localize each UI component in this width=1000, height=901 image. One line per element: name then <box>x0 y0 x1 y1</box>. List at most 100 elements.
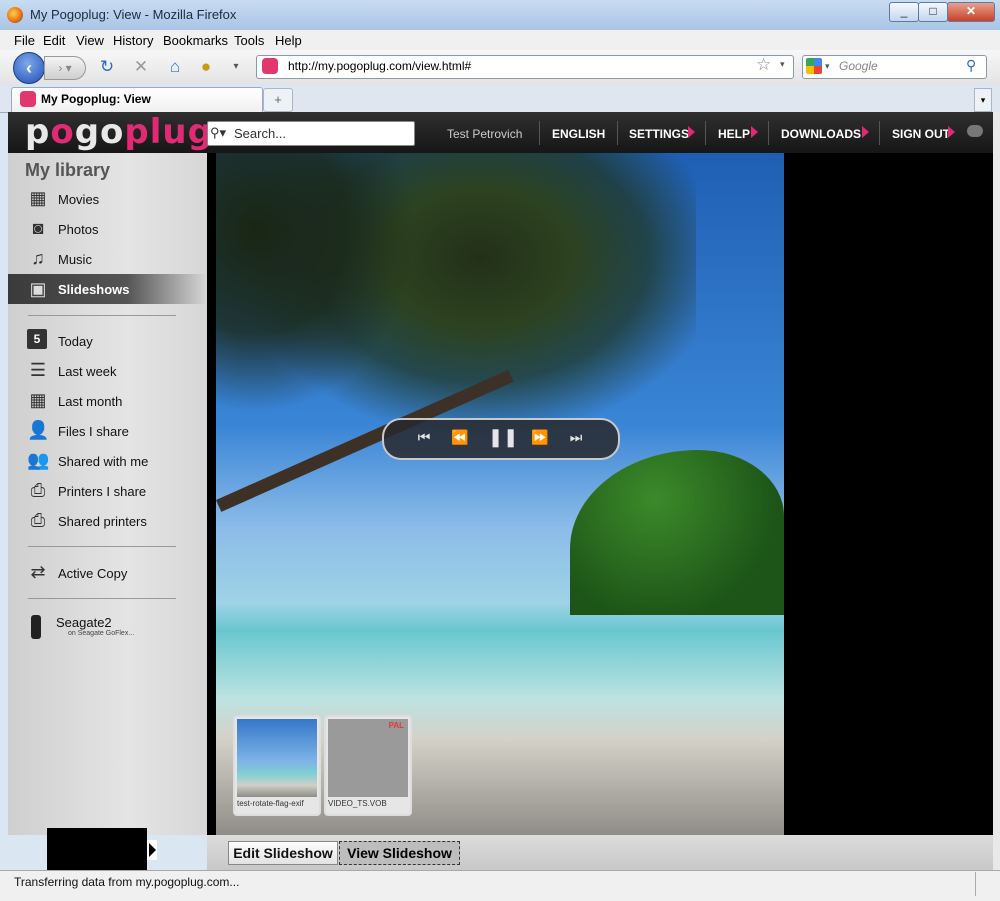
downloads-arrow-icon <box>862 126 869 138</box>
device-subtitle: on Seagate GoFlex... <box>68 630 135 637</box>
skip-last-icon[interactable]: ⏭ <box>564 425 588 449</box>
users-icon[interactable]: 👥 <box>27 449 49 471</box>
header-divider <box>768 121 769 145</box>
pogoplug-logo[interactable]: pogoplug <box>25 114 213 150</box>
minimize-button[interactable]: _ <box>889 2 919 22</box>
addon-icon[interactable]: ● <box>195 56 217 78</box>
reload-icon[interactable]: ↻ <box>96 56 118 78</box>
chevron-down-icon[interactable]: ▾ <box>225 56 247 78</box>
downloads-link[interactable]: DOWNLOADS <box>781 127 861 141</box>
url-dropdown-icon[interactable]: ▾ <box>780 59 785 70</box>
google-icon[interactable] <box>806 58 822 74</box>
forward-button[interactable]: › ▾ <box>44 56 86 80</box>
sidebar-divider <box>28 546 176 547</box>
tab-title[interactable]: My Pogoplug: View <box>41 92 151 106</box>
header-divider <box>539 121 540 145</box>
close-button[interactable]: ✕ <box>947 2 995 22</box>
window-title: My Pogoplug: View - Mozilla Firefox <box>30 7 237 22</box>
browser-search-input[interactable]: Google <box>839 59 878 73</box>
sign-out-arrow-icon <box>948 126 955 138</box>
thumbnail-label: VIDEO_TS.VOB <box>328 799 387 808</box>
chevron-right-icon[interactable] <box>149 843 156 857</box>
help-link[interactable]: HELP <box>718 127 750 141</box>
thumbnail-image[interactable] <box>237 719 317 797</box>
photo-palm-fronds-left <box>216 153 416 413</box>
sidebar-title: My library <box>25 160 111 180</box>
status-panel-divider <box>975 872 976 896</box>
sidebar-item-today[interactable]: Today <box>58 334 93 349</box>
tab-favicon-icon <box>20 91 36 107</box>
settings-arrow-icon <box>688 126 695 138</box>
rewind-icon[interactable]: ⏪ <box>448 425 472 449</box>
calendar-week-icon[interactable]: ☰ <box>27 359 49 381</box>
status-text: Transferring data from my.pogoplug.com..… <box>14 875 240 889</box>
pal-badge: PAL <box>388 721 404 730</box>
drive-icon[interactable] <box>31 615 41 639</box>
printer-icon[interactable]: ⎙ <box>27 509 49 531</box>
sign-out-link[interactable]: SIGN OUT <box>892 127 950 141</box>
home-icon[interactable]: ⌂ <box>164 56 186 78</box>
slideshow-icon[interactable]: ▣ <box>27 278 49 300</box>
printer-share-icon[interactable]: ⎙ <box>27 479 49 501</box>
sidebar-item-printers-i-share[interactable]: Printers I share <box>58 484 146 499</box>
sidebar-item-shared-printers[interactable]: Shared printers <box>58 514 147 529</box>
settings-link[interactable]: SETTINGS <box>629 127 689 141</box>
user-name[interactable]: Test Petrovich <box>447 127 522 141</box>
film-icon[interactable]: ▦ <box>27 187 49 209</box>
skip-first-icon[interactable]: ⏮ <box>412 425 436 449</box>
menu-bookmarks[interactable]: Bookmarks <box>163 33 228 48</box>
search-engine-dropdown-icon[interactable]: ▾ <box>825 61 830 72</box>
search-icon[interactable]: ⚲ <box>966 57 976 74</box>
help-arrow-icon <box>751 126 758 138</box>
sidebar-item-photos[interactable]: Photos <box>58 222 98 237</box>
language-link[interactable]: ENGLISH <box>552 127 605 141</box>
sidebar-divider <box>28 315 176 316</box>
menu-help[interactable]: Help <box>275 33 302 48</box>
menu-tools[interactable]: Tools <box>234 33 264 48</box>
thumbnail-label: test-rotate-flag-exif <box>237 799 304 808</box>
back-button[interactable]: ‹ <box>13 52 45 84</box>
page-scrollbar[interactable] <box>993 112 1000 870</box>
swap-arrows-icon[interactable]: ⇄ <box>27 561 49 583</box>
menu-view[interactable]: View <box>76 33 104 48</box>
sidebar-item-shared-with-me[interactable]: Shared with me <box>58 454 148 469</box>
sidebar-item-files-i-share[interactable]: Files I share <box>58 424 129 439</box>
menu-edit[interactable]: Edit <box>43 33 65 48</box>
header-divider <box>617 121 618 145</box>
new-tab-button[interactable]: + <box>263 88 293 112</box>
thumbnail-item[interactable]: test-rotate-flag-exif <box>233 715 321 816</box>
sidebar-divider <box>28 598 176 599</box>
sidebar-black-box <box>47 828 147 870</box>
sidebar-item-last-month[interactable]: Last month <box>58 394 122 409</box>
music-note-icon[interactable]: ♫ <box>27 247 49 269</box>
sidebar-item-active-copy[interactable]: Active Copy <box>58 566 127 581</box>
stop-icon[interactable]: ✕ <box>130 56 152 78</box>
camera-icon[interactable]: ◙ <box>27 217 49 239</box>
site-search-input[interactable]: Search... <box>234 126 286 141</box>
device-name[interactable]: Seagate2 <box>56 615 112 630</box>
site-favicon-icon <box>262 58 278 74</box>
menu-file[interactable]: File <box>14 33 35 48</box>
search-icon[interactable]: ⚲▾ <box>210 125 226 141</box>
menu-history[interactable]: History <box>113 33 153 48</box>
sidebar-item-slideshows[interactable]: Slideshows <box>58 282 130 297</box>
user-share-icon[interactable]: 👤 <box>27 419 49 441</box>
sidebar-item-last-week[interactable]: Last week <box>58 364 117 379</box>
chat-bubble-icon[interactable] <box>967 125 983 137</box>
sidebar-item-music[interactable]: Music <box>58 252 92 267</box>
url-text[interactable]: http://my.pogoplug.com/view.html# <box>288 59 471 73</box>
list-all-tabs-button[interactable]: ▾ <box>974 88 992 112</box>
edit-slideshow-button[interactable]: Edit Slideshow <box>228 841 338 865</box>
sidebar-item-movies[interactable]: Movies <box>58 192 99 207</box>
fast-forward-icon[interactable]: ⏩ <box>528 425 552 449</box>
calendar-month-icon[interactable]: ▦ <box>27 389 49 411</box>
bookmark-star-icon[interactable]: ☆ <box>756 55 771 75</box>
view-slideshow-button[interactable]: View Slideshow <box>339 841 460 865</box>
firefox-icon <box>7 7 23 23</box>
maximize-button[interactable]: □ <box>918 2 948 22</box>
pause-icon[interactable]: ❚❚ <box>488 425 518 449</box>
thumbnail-image[interactable]: PAL <box>328 719 408 797</box>
thumbnail-item[interactable]: PAL VIDEO_TS.VOB <box>324 715 412 816</box>
calendar-day-icon[interactable]: 5 <box>27 329 47 349</box>
header-divider <box>879 121 880 145</box>
